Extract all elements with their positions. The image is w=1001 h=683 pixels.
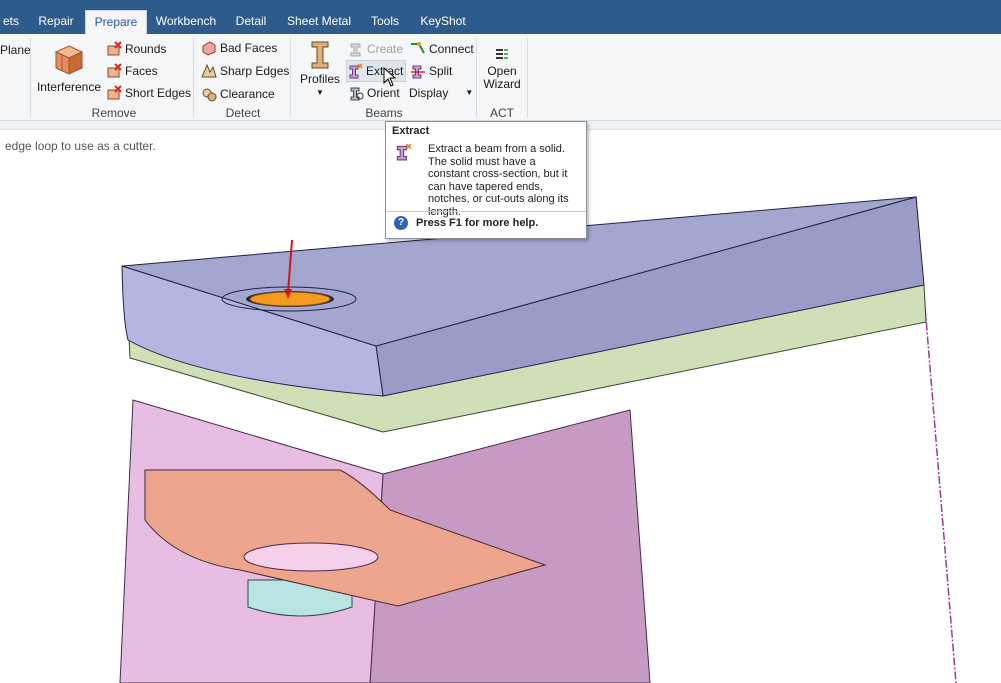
rounds-label: Rounds [125, 42, 167, 56]
profiles-icon [311, 41, 329, 69]
sharp-edges-button[interactable]: Sharp Edges [201, 61, 289, 81]
orient-beam-icon [350, 87, 364, 101]
split-label: Split [429, 64, 453, 78]
interference-label: Interference [36, 80, 102, 94]
open-wizard-label-line2: Wizard [483, 77, 521, 91]
faces-button[interactable]: Faces [106, 61, 158, 81]
chevron-down-icon: ▼ [316, 88, 324, 97]
clearance-icon [202, 88, 217, 102]
connect-button[interactable]: Connect [410, 39, 474, 59]
ribbon-tab-bar: ets Repair Prepare Workbench Detail Shee… [0, 0, 1001, 35]
beams-group-label: Beams [365, 106, 403, 120]
orange-edge-loop[interactable] [249, 291, 331, 307]
chevron-down-icon: ▼ [465, 88, 474, 97]
extract-beam-icon [396, 143, 412, 161]
short-edges-label: Short Edges [125, 86, 192, 100]
ribbon-panel: Plane Interference Rounds Faces Short Ed… [0, 34, 1001, 121]
connect-label: Connect [429, 42, 474, 56]
help-icon: ? [394, 216, 408, 230]
bad-faces-icon [202, 41, 216, 56]
bad-faces-label: Bad Faces [220, 41, 278, 55]
tab-workbench[interactable]: Workbench [150, 10, 222, 34]
tab-repair[interactable]: Repair [30, 10, 82, 34]
rounds-icon [107, 41, 122, 56]
display-dropdown[interactable]: Display ▼ [409, 83, 473, 103]
wizard-icon [496, 49, 508, 59]
plane-button[interactable]: Plane [0, 40, 31, 60]
interference-icon [54, 45, 84, 75]
act-group-label: ACT [490, 106, 514, 120]
split-button[interactable]: Split [410, 61, 452, 81]
remove-group-label: Remove [91, 106, 137, 120]
tab-detail[interactable]: Detail [228, 10, 274, 34]
tab-keyshot[interactable]: KeyShot [414, 10, 472, 34]
split-beam-icon [411, 65, 425, 79]
faces-icon [107, 63, 122, 78]
bracket-hole [243, 542, 379, 572]
status-hint: edge loop to use as a cutter. [5, 139, 156, 153]
create-button[interactable]: Create [348, 39, 403, 59]
group-separator [290, 38, 291, 118]
tooltip-help-text: Press F1 for more help. [416, 217, 539, 229]
group-separator [527, 38, 528, 118]
group-separator [30, 38, 31, 118]
clearance-button[interactable]: Clearance [201, 84, 275, 104]
plane-label: Plane [0, 43, 31, 57]
group-separator [476, 38, 477, 118]
profiles-label: Profiles [299, 72, 340, 86]
sharp-edges-label: Sharp Edges [220, 64, 290, 78]
faces-label: Faces [125, 64, 158, 78]
tooltip-body: Extract a beam from a solid. The solid m… [428, 143, 569, 218]
display-label: Display [409, 86, 449, 100]
create-beam-icon [350, 43, 361, 57]
open-wizard-button[interactable]: Open Wizard [482, 46, 522, 91]
connect-beam-icon [411, 42, 425, 54]
short-edges-button[interactable]: Short Edges [106, 83, 191, 103]
detect-group-label: Detect [225, 106, 261, 120]
profiles-button[interactable]: Profiles ▼ [298, 40, 342, 99]
tab-ets[interactable]: ets [0, 10, 22, 34]
tooltip-title: Extract [392, 125, 430, 137]
create-label: Create [367, 42, 404, 56]
group-separator [193, 38, 194, 118]
bad-faces-button[interactable]: Bad Faces [201, 38, 277, 58]
tooltip-divider [386, 211, 586, 212]
tab-sheet-metal[interactable]: Sheet Metal [282, 10, 356, 34]
interference-button[interactable]: Interference [36, 44, 102, 94]
sharp-edges-icon [201, 63, 217, 78]
extract-tooltip: Extract Extract a beam from a solid. The… [385, 121, 587, 239]
rounds-button[interactable]: Rounds [106, 39, 166, 59]
extract-beam-icon [349, 63, 363, 79]
mouse-cursor-icon [383, 67, 397, 87]
short-edges-icon [107, 85, 122, 100]
tab-prepare[interactable]: Prepare [85, 10, 147, 35]
clearance-label: Clearance [220, 87, 275, 101]
tab-tools[interactable]: Tools [362, 10, 408, 34]
